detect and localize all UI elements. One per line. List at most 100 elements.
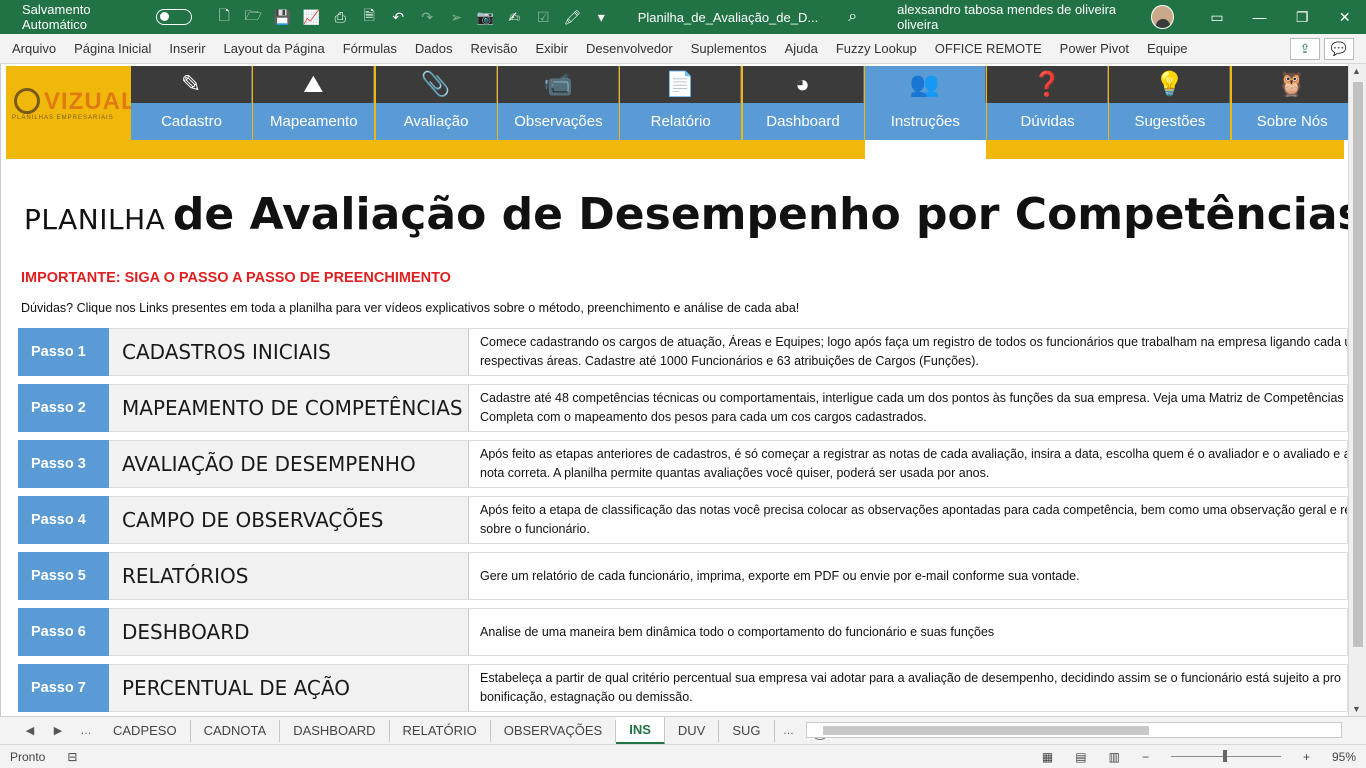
scroll-up-icon[interactable]: ▲ (1352, 66, 1361, 76)
menu-inserir[interactable]: Inserir (160, 41, 214, 56)
vertical-scroll-thumb[interactable] (1353, 82, 1363, 647)
sheet-tab-relatrio[interactable]: RELATÓRIO (390, 719, 491, 742)
nav-relatrio[interactable]: 📄 Relatório (620, 66, 742, 140)
normal-view-icon[interactable]: ▦ (1042, 750, 1053, 764)
zoom-out-icon[interactable]: − (1142, 750, 1149, 764)
save-icon[interactable]: 💾 (268, 9, 297, 26)
zoom-in-icon[interactable]: + (1303, 750, 1310, 764)
step-description-line: Analise de uma maneira bem dinâmica todo… (480, 624, 995, 639)
scroll-down-icon[interactable]: ▼ (1352, 704, 1361, 714)
page-break-view-icon[interactable]: ▥ (1109, 750, 1120, 764)
step-description-line: Após feito a etapa de classificação das … (480, 503, 1348, 517)
nav-label: Relatório (620, 103, 742, 140)
restore-icon[interactable]: ❐ (1281, 9, 1324, 26)
step-name[interactable]: CAMPO DE OBSERVAÇÕES (109, 496, 468, 544)
user-name[interactable]: alexsandro tabosa mendes de oliveira oli… (897, 2, 1141, 32)
menu-arquivo[interactable]: Arquivo (3, 41, 65, 56)
sheet-tab-cadpeso[interactable]: CADPESO (100, 719, 191, 742)
chart-icon[interactable]: 📈 (297, 9, 326, 26)
send-icon[interactable]: ➢ (442, 9, 471, 26)
step-number[interactable]: Passo 7 (18, 664, 109, 712)
step-name[interactable]: RELATÓRIOS (109, 552, 468, 600)
menu-power-pivot[interactable]: Power Pivot (1051, 41, 1138, 56)
tab-prev-icon[interactable]: ◀ (16, 724, 44, 737)
menu-ajuda[interactable]: Ajuda (776, 41, 827, 56)
step-number[interactable]: Passo 6 (18, 608, 109, 656)
menu-fuzzy-lookup[interactable]: Fuzzy Lookup (827, 41, 926, 56)
menu-revisao[interactable]: Revisão (462, 41, 527, 56)
menu-layout[interactable]: Layout da Página (215, 41, 334, 56)
zoom-slider[interactable] (1170, 750, 1281, 762)
checkbox-icon[interactable]: ☑ (529, 9, 558, 26)
pie-chart-icon: ◕ (742, 66, 864, 103)
step-name[interactable]: DESHBOARD (109, 608, 468, 656)
step-number[interactable]: Passo 5 (18, 552, 109, 600)
new-file-icon[interactable]: 🗋 (210, 5, 239, 29)
tab-next-icon[interactable]: ▶ (44, 724, 72, 737)
nav-avaliao[interactable]: 📎 Avaliação (375, 66, 497, 140)
sheet-tab-ins[interactable]: INS (616, 716, 665, 745)
sheet-tab-duv[interactable]: DUV (665, 719, 720, 742)
ribbon-display-icon[interactable]: ▭ (1196, 9, 1239, 26)
menu-equipe[interactable]: Equipe (1138, 41, 1196, 56)
sheet-tab-sug[interactable]: SUG (719, 719, 775, 742)
sheet-tab-observaes[interactable]: OBSERVAÇÕES (491, 719, 617, 742)
step-description: Após feito a etapa de classificação das … (468, 496, 1348, 544)
nav-sugestes[interactable]: 💡 Sugestões (1109, 66, 1231, 140)
step-name[interactable]: CADASTROS INICIAIS (109, 328, 468, 376)
step-name[interactable]: AVALIAÇÃO DE DESEMPENHO (109, 440, 468, 488)
nav-instrues[interactable]: 👥 Instruções (864, 66, 986, 159)
nav-dashboard[interactable]: ◕ Dashboard (742, 66, 864, 140)
menu-formulas[interactable]: Fórmulas (334, 41, 406, 56)
undo-icon[interactable]: ↶ (384, 9, 413, 26)
highlight-icon[interactable]: 🖍 (558, 9, 587, 26)
camera-icon[interactable]: 📷 (471, 9, 500, 26)
document-title: Planilha_de_Avaliação_de_D... (637, 9, 819, 25)
nav-sobrens[interactable]: 🦉 Sobre Nós (1231, 66, 1348, 140)
menu-exibir[interactable]: Exibir (526, 41, 577, 56)
sheet-tab-cadnota[interactable]: CADNOTA (191, 719, 281, 742)
customize-icon[interactable]: ▾ (587, 9, 616, 26)
menu-office-remote[interactable]: OFFICE REMOTE (926, 41, 1051, 56)
vertical-scrollbar[interactable]: ▲ ▼ (1348, 64, 1366, 716)
menu-suplementos[interactable]: Suplementos (682, 41, 776, 56)
close-icon[interactable]: ✕ (1323, 9, 1366, 26)
logo-tagline: PLANILHAS EMPRESARIAIS (12, 115, 114, 121)
search-icon[interactable]: ⌕ (848, 8, 857, 26)
redo-icon[interactable]: ↷ (413, 9, 442, 26)
page-layout-view-icon[interactable]: ▤ (1075, 750, 1086, 764)
autosave-toggle[interactable] (156, 9, 192, 25)
menu-desenvolvedor[interactable]: Desenvolvedor (577, 41, 682, 56)
form-icon[interactable]: ✍ (500, 9, 529, 26)
pdf-icon[interactable]: 🗎 (355, 5, 384, 29)
nav-cadastro[interactable]: ✎ Cadastro (131, 66, 252, 140)
nav-dvidas[interactable]: ❓ Dúvidas (987, 66, 1109, 140)
step-number[interactable]: Passo 1 (18, 328, 109, 376)
share-icon[interactable]: ⇪ (1290, 37, 1320, 60)
avatar[interactable] (1151, 5, 1174, 29)
horizontal-scroll-thumb[interactable] (823, 726, 1149, 735)
step-description: Cadastre até 48 competências técnicas ou… (468, 384, 1348, 432)
horizontal-scrollbar[interactable] (806, 722, 1342, 738)
step-number[interactable]: Passo 3 (18, 440, 109, 488)
nav-observaes[interactable]: 📹 Observações (497, 66, 619, 140)
step-row: Passo 5 RELATÓRIOS Gere um relatório de ca… (18, 552, 1348, 600)
comments-icon[interactable]: 💬 (1324, 37, 1354, 60)
macro-record-icon[interactable]: ⊟ (67, 750, 77, 764)
step-name[interactable]: MAPEAMENTO DE COMPETÊNCIAS (109, 384, 468, 432)
step-description-text: Comece cadastrando os cargos de atuação,… (480, 333, 1347, 371)
zoom-level[interactable]: 95% (1332, 750, 1356, 764)
paperclip-icon: 📎 (375, 66, 497, 103)
tab-more-left-icon[interactable]: … (72, 725, 100, 737)
menu-pagina-inicial[interactable]: Página Inicial (65, 41, 160, 56)
nav-mapeamento[interactable]: ⛰ Mapeamento (253, 66, 375, 140)
sheet-tab-dashboard[interactable]: DASHBOARD (280, 719, 390, 742)
tab-more-right-icon[interactable]: … (775, 725, 803, 737)
menu-dados[interactable]: Dados (406, 41, 462, 56)
open-folder-icon[interactable]: 🗁 (239, 5, 268, 29)
step-name[interactable]: PERCENTUAL DE AÇÃO (109, 664, 468, 712)
step-number[interactable]: Passo 4 (18, 496, 109, 544)
print-preview-icon[interactable]: ⎙ (326, 9, 355, 26)
minimize-icon[interactable]: — (1238, 9, 1281, 25)
step-number[interactable]: Passo 2 (18, 384, 109, 432)
